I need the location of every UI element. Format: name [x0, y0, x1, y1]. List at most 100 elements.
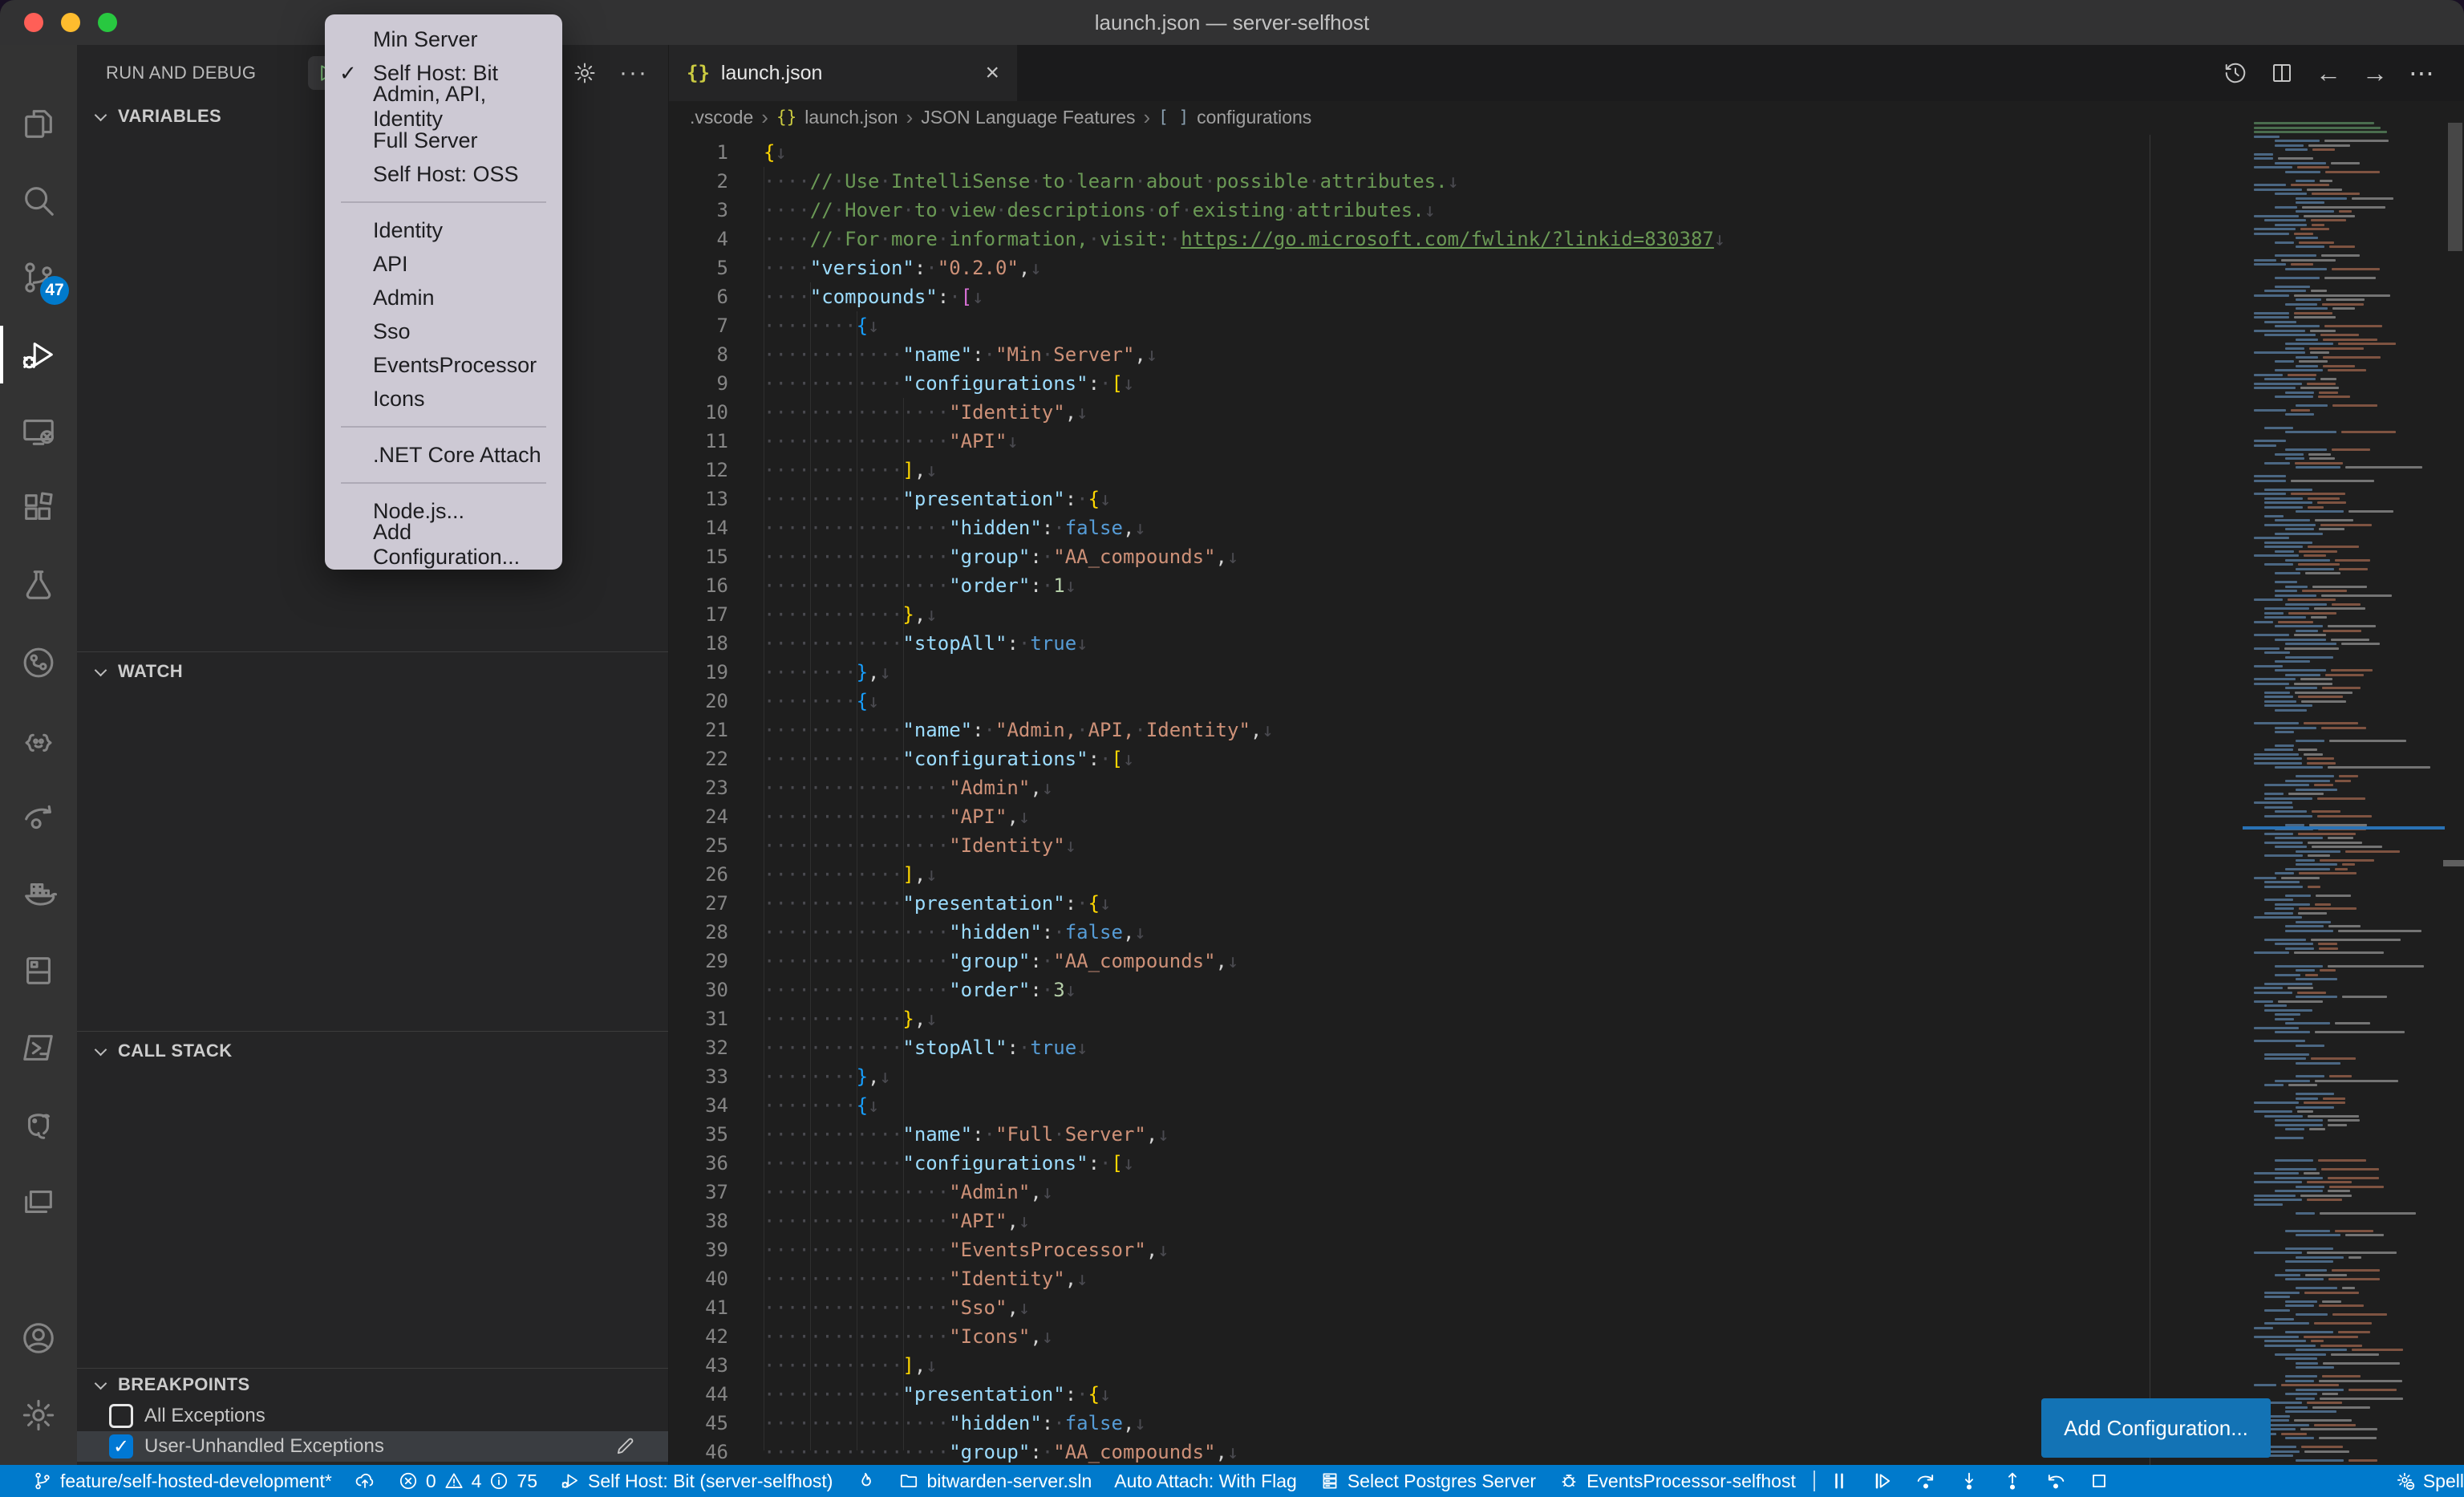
- problems[interactable]: 0475: [387, 1465, 549, 1497]
- menu-item[interactable]: Admin: [331, 281, 556, 314]
- line-number: 32: [669, 1033, 728, 1062]
- timeline-icon[interactable]: [2222, 59, 2249, 87]
- breadcrumb-item[interactable]: launch.json: [804, 107, 898, 128]
- add-configuration-button[interactable]: Add Configuration...: [2041, 1398, 2271, 1458]
- minimap-row: [2278, 621, 2313, 623]
- minimap-row: [2285, 643, 2336, 645]
- minimap-row: [2285, 947, 2314, 950]
- breakpoint-user-unhandled-exceptions[interactable]: ✓ User-Unhandled Exceptions: [77, 1431, 668, 1462]
- section-watch[interactable]: WATCH: [93, 661, 183, 682]
- sidebar-more-actions-icon[interactable]: ···: [619, 61, 648, 85]
- more-actions-icon[interactable]: ⋯: [2408, 59, 2435, 87]
- checkbox-unchecked[interactable]: [109, 1404, 133, 1428]
- debug-config-status[interactable]: Self Host: Bit (server-selfhost): [549, 1465, 844, 1497]
- flame-status[interactable]: [844, 1465, 887, 1497]
- split-editor-icon[interactable]: [2268, 59, 2296, 87]
- minimap[interactable]: [2246, 122, 2442, 1465]
- debug-step-into-button[interactable]: [1951, 1465, 1987, 1497]
- line-number: 21: [669, 716, 728, 744]
- code-line: 6····"compounds":·[↓: [669, 282, 984, 311]
- breadcrumb: .vscode›{}launch.json›JSON Language Feat…: [669, 101, 2464, 133]
- tab-launch-json[interactable]: {} launch.json ×: [669, 45, 1017, 101]
- git-branch-status[interactable]: feature/self-hosted-development*: [21, 1465, 343, 1497]
- section-breakpoints[interactable]: BREAKPOINTS: [93, 1374, 250, 1395]
- activity-item-powershell[interactable]: [0, 1009, 77, 1086]
- edit-pencil-icon[interactable]: [614, 1435, 636, 1458]
- minimap-row: [2304, 1172, 2320, 1174]
- minimap-row: [2299, 872, 2357, 874]
- debug-settings-gear-icon[interactable]: [573, 61, 597, 85]
- activity-item-circle-branch[interactable]: [0, 624, 77, 701]
- minimap-row: [2307, 1181, 2352, 1183]
- postgres-status[interactable]: Select Postgres Server: [1308, 1465, 1547, 1497]
- activity-item-live-share[interactable]: [0, 778, 77, 855]
- close-tab-icon[interactable]: ×: [985, 59, 999, 87]
- minimap-row: [2296, 339, 2318, 341]
- activity-item-accounts[interactable]: [0, 1300, 77, 1377]
- debug-step-over-button[interactable]: [1908, 1465, 1943, 1497]
- activity-item-extensions[interactable]: [0, 470, 77, 547]
- debug-stop-button[interactable]: [2081, 1465, 2117, 1497]
- minimap-row: [2285, 431, 2336, 433]
- debug-continue-button[interactable]: [1865, 1465, 1900, 1497]
- minimap-row: [2275, 744, 2294, 747]
- menu-item[interactable]: API: [331, 247, 556, 281]
- activity-item-search[interactable]: [0, 162, 77, 239]
- navigate-back-icon[interactable]: ←: [2315, 59, 2342, 87]
- breadcrumb-item[interactable]: JSON Language Features: [921, 107, 1135, 128]
- minimap-row: [2296, 1045, 2324, 1047]
- editor-scrollbar[interactable]: [2448, 123, 2462, 251]
- minimap-row: [2264, 815, 2312, 817]
- activity-item-source-control[interactable]: 47: [0, 239, 77, 316]
- navigate-forward-icon[interactable]: →: [2361, 59, 2389, 87]
- breakpoint-all-exceptions[interactable]: All Exceptions: [77, 1401, 668, 1431]
- menu-item[interactable]: Sso: [331, 314, 556, 348]
- cloud-upload-icon: [355, 1471, 375, 1491]
- spell-checker-status[interactable]: Spell: [2384, 1465, 2464, 1497]
- debug-pause-button[interactable]: [1822, 1465, 1857, 1497]
- menu-item[interactable]: Identity: [331, 213, 556, 247]
- menu-item[interactable]: .NET Core Attach: [331, 438, 556, 472]
- launch-configuration-menu: Min Server✓Self Host: BitAdmin, API, Ide…: [325, 14, 562, 570]
- menu-item[interactable]: Min Server: [331, 22, 556, 56]
- activity-item-run-and-debug[interactable]: [0, 316, 77, 393]
- activity-item-remote-explorer[interactable]: [0, 393, 77, 470]
- source-control-badge: 47: [40, 276, 69, 305]
- activity-item-postgresql[interactable]: [0, 1086, 77, 1163]
- code-line: 34········{↓: [669, 1091, 880, 1120]
- debug-step-out-button[interactable]: [1995, 1465, 2030, 1497]
- code-line: 20········{↓: [669, 687, 880, 716]
- checkbox-checked[interactable]: ✓: [109, 1434, 133, 1458]
- minimap-row: [2294, 634, 2326, 636]
- breadcrumb-item[interactable]: configurations: [1197, 107, 1311, 128]
- minimap-row: [2264, 612, 2284, 615]
- section-call-stack[interactable]: CALL STACK: [93, 1041, 233, 1061]
- sync-status[interactable]: [343, 1465, 387, 1497]
- code-line: 17············},↓: [669, 600, 938, 629]
- section-variables[interactable]: VARIABLES: [93, 106, 221, 127]
- menu-item[interactable]: Add Configuration...: [331, 528, 556, 562]
- solution-status[interactable]: bitwarden-server.sln: [887, 1465, 1103, 1497]
- activity-item-database-project[interactable]: [0, 932, 77, 1009]
- activity-item-explorer[interactable]: [0, 85, 77, 162]
- activity-item-json-tools[interactable]: [0, 701, 77, 778]
- minimap-row: [2285, 347, 2304, 350]
- events-processor-status[interactable]: EventsProcessor-selfhost: [1547, 1465, 1807, 1497]
- menu-item[interactable]: Icons: [331, 382, 556, 416]
- activity-item-window-panels[interactable]: [0, 1163, 77, 1240]
- activity-item-testing[interactable]: [0, 547, 77, 624]
- minimap-row: [2300, 387, 2339, 389]
- menu-item[interactable]: Admin, API, Identity: [331, 90, 556, 124]
- auto-attach-status[interactable]: Auto Attach: With Flag: [1103, 1465, 1308, 1497]
- menu-item[interactable]: Self Host: OSS: [331, 157, 556, 191]
- minimap-row: [2294, 294, 2390, 297]
- debug-restart-button[interactable]: [2038, 1465, 2073, 1497]
- activity-item-docker[interactable]: [0, 855, 77, 932]
- activity-item-settings[interactable]: [0, 1377, 77, 1454]
- minimap-row: [2294, 951, 2384, 954]
- menu-item[interactable]: EventsProcessor: [331, 348, 556, 382]
- menu-item[interactable]: Full Server: [331, 124, 556, 157]
- breadcrumb-item[interactable]: .vscode: [690, 107, 753, 128]
- line-number: 28: [669, 918, 728, 947]
- minimap-row: [2324, 140, 2389, 142]
